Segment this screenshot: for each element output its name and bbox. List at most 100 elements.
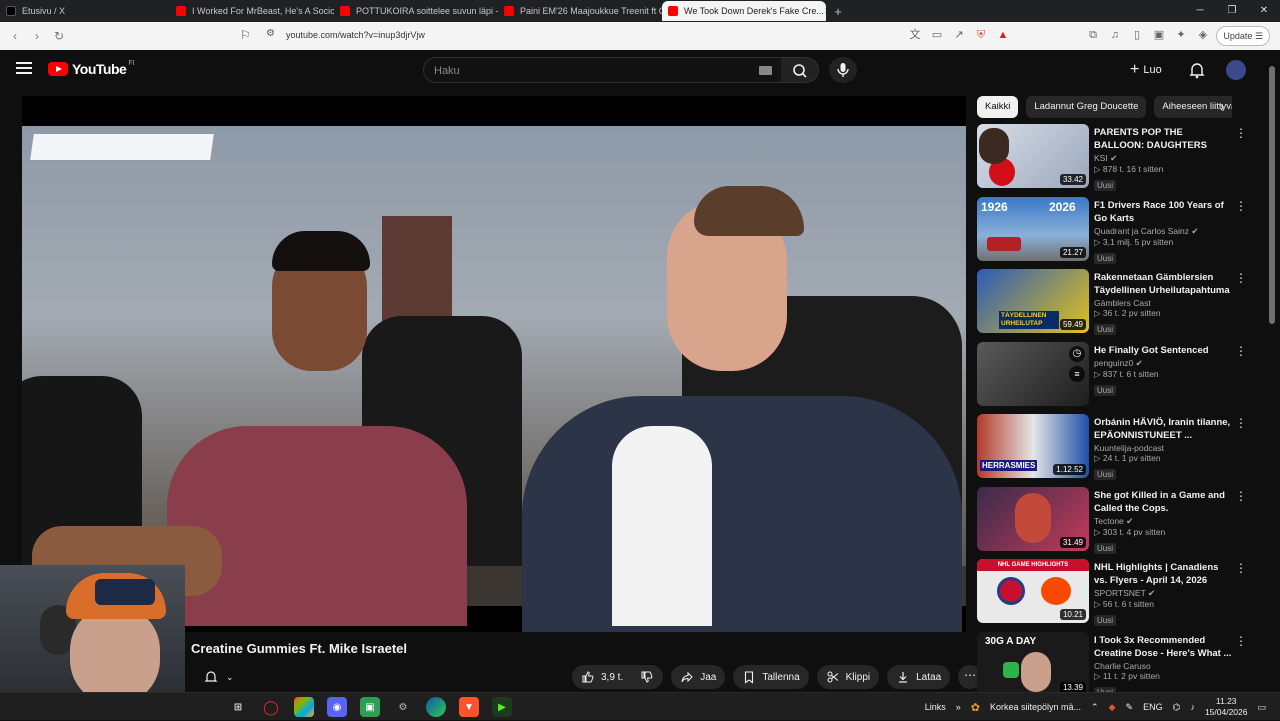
more-vert-icon[interactable]: ⋮ (1235, 561, 1247, 575)
create-button[interactable]: + Luo (1130, 61, 1162, 79)
rec-channel[interactable]: Kuuntelija-podcast (1094, 443, 1232, 453)
network-icon[interactable]: ⌬ (1173, 702, 1181, 713)
weather-text[interactable]: Korkea siitepölyn mä... (990, 702, 1081, 712)
extensions-icon[interactable]: ✦ (1174, 28, 1188, 42)
site-info-icon[interactable]: ⚙ (266, 28, 275, 39)
like-button[interactable]: 3,9 t. (572, 665, 632, 689)
new-tab-button[interactable]: + (826, 4, 850, 19)
video-player[interactable] (22, 96, 966, 632)
more-vert-icon[interactable]: ⋮ (1235, 416, 1247, 430)
rec-channel[interactable]: penguinz0 ✔ (1094, 358, 1232, 369)
pen-icon[interactable]: ✎ (1126, 702, 1134, 713)
rec-title[interactable]: F1 Drivers Race 100 Years of Go Karts (1094, 199, 1232, 225)
notifications-button[interactable] (1188, 61, 1206, 79)
vpn-icon[interactable]: ◈ (1196, 28, 1210, 42)
more-vert-icon[interactable]: ⋮ (1235, 271, 1247, 285)
sidebar-icon[interactable]: ▯ (1130, 28, 1144, 42)
rec-channel[interactable]: KSI ✔ (1094, 153, 1232, 164)
dislike-button[interactable] (631, 665, 664, 689)
screenshot-icon[interactable]: ⧉ (1086, 28, 1100, 42)
settings-app-icon[interactable]: ⚙ (393, 697, 413, 717)
rec-title[interactable]: Rakennetaan Gämblersien Täydellinen Urhe… (1094, 271, 1232, 297)
add-to-queue-icon[interactable]: ≡ (1069, 365, 1085, 382)
wallet-icon[interactable]: ▣ (1152, 28, 1166, 42)
cast-icon[interactable]: ▭ (930, 28, 944, 42)
video-thumbnail[interactable]: NHL GAME HIGHLIGHTS 10.21 (977, 559, 1089, 623)
close-tab-icon[interactable]: ✕ (824, 6, 826, 17)
rec-title[interactable]: PARENTS POP THE BALLOON: DAUGHTERS EDITI… (1094, 126, 1232, 152)
bookmark-icon[interactable]: ⚐ (240, 28, 251, 42)
rec-channel[interactable]: Charlie Caruso (1094, 661, 1232, 671)
more-vert-icon[interactable]: ⋮ (1235, 634, 1247, 648)
rec-title[interactable]: Orbánin HÄVIÖ, Iranin tilanne, EPÄONNIST… (1094, 416, 1232, 442)
volume-icon[interactable]: ♪ (1190, 702, 1195, 712)
list-item[interactable]: 33.42 PARENTS POP THE BALLOON: DAUGHTERS… (977, 124, 1267, 197)
download-button[interactable]: Lataa (887, 665, 951, 689)
youtube-logo[interactable]: YouTube FI (48, 60, 135, 77)
video-thumbnail[interactable]: 30G A DAY 13.39 (977, 631, 1089, 696)
video-thumbnail[interactable]: 1926 2026 21.27 (977, 196, 1089, 261)
menu-icon[interactable] (16, 62, 32, 76)
list-item[interactable]: NHL GAME HIGHLIGHTS 10.21 NHL Highlights… (977, 559, 1267, 632)
watch-later-icon[interactable]: ◷ (1069, 345, 1085, 362)
rec-channel[interactable]: SPORTSNET ✔ (1094, 588, 1232, 599)
more-vert-icon[interactable]: ⋮ (1235, 344, 1247, 358)
rec-title[interactable]: She got Killed in a Game and Called the … (1094, 489, 1232, 515)
video-thumbnail[interactable]: 33.42 (977, 124, 1089, 188)
maximize-icon[interactable]: ❐ (1216, 0, 1248, 22)
streaming-app-icon[interactable]: ▶ (492, 697, 512, 717)
account-avatar[interactable] (1226, 60, 1246, 80)
reload-icon[interactable]: ↻ (48, 29, 70, 43)
notification-center-icon[interactable]: ▭ (1257, 702, 1266, 713)
opera-icon[interactable]: ◯ (261, 697, 281, 717)
browser-tab-active[interactable]: We Took Down Derek's Fake Cre... ✕ (662, 1, 826, 21)
forward-icon[interactable]: › (26, 29, 48, 43)
list-item[interactable]: TÄYDELLINEN URHEILUTAP 59.49 Rakennetaan… (977, 269, 1267, 342)
minimize-icon[interactable]: ─ (1184, 0, 1216, 22)
video-thumbnail[interactable]: 31.49 (977, 486, 1089, 551)
translate-icon[interactable]: 文 (908, 28, 922, 42)
browser-tab-paini[interactable]: Paini EM'26 Maajoukkue Treenit ft G... (498, 1, 662, 21)
list-item[interactable]: 31.49 She got Killed in a Game and Calle… (977, 486, 1267, 560)
scrollbar-thumb[interactable] (1269, 66, 1275, 324)
chevron-right-icon[interactable]: › (1220, 100, 1224, 114)
media-icon[interactable]: ♫ (1108, 28, 1122, 42)
url-field[interactable]: youtube.com/watch?v=inup3djrVjw (286, 30, 425, 40)
video-thumbnail[interactable]: HERRASMIES 1.12.52 (977, 414, 1089, 478)
edge-icon[interactable] (426, 697, 446, 717)
video-thumbnail[interactable]: ◷ ≡ (977, 341, 1089, 406)
video-thumbnail[interactable]: TÄYDELLINEN URHEILUTAP 59.49 (977, 269, 1089, 333)
voice-search-button[interactable] (829, 57, 857, 83)
subscription-bell-button[interactable]: ⌄ (196, 665, 246, 689)
keyboard-icon[interactable] (759, 66, 772, 75)
rec-channel[interactable]: Quadrant ja Carlos Sainz ✔ (1094, 226, 1232, 237)
list-item[interactable]: 1926 2026 21.27 F1 Drivers Race 100 Year… (977, 196, 1267, 270)
task-view-icon[interactable]: ⊞ (228, 697, 248, 717)
search-button[interactable] (781, 57, 819, 83)
discord-icon[interactable]: ◉ (327, 697, 347, 717)
brave-icon[interactable]: ▼ (459, 697, 479, 717)
taskbar-clock[interactable]: 11.23 15/04/2026 (1205, 696, 1248, 718)
page-scrollbar[interactable] (1268, 52, 1276, 687)
chip-all[interactable]: Kaikki (977, 96, 1019, 118)
tray-app-icon[interactable]: ◆ (1109, 702, 1116, 713)
update-button[interactable]: Update ☰ (1216, 26, 1270, 46)
rec-title[interactable]: I Took 3x Recommended Creatine Dose - He… (1094, 634, 1232, 660)
tray-overflow-icon[interactable]: ⌃ (1091, 702, 1099, 713)
brave-rewards-icon[interactable]: ▲ (996, 28, 1010, 42)
chip-uploader[interactable]: Ladannut Greg Doucette (1026, 96, 1147, 118)
share-button[interactable]: Jaa (671, 665, 726, 689)
back-icon[interactable]: ‹ (4, 29, 26, 43)
browser-tab-x[interactable]: Etusivu / X (0, 1, 170, 21)
links-toolbar[interactable]: Links (925, 702, 946, 712)
rec-title[interactable]: He Finally Got Sentenced (1094, 344, 1232, 357)
list-item[interactable]: ◷ ≡ He Finally Got Sentenced penguinz0 ✔… (977, 341, 1267, 415)
paint-icon[interactable] (294, 697, 314, 717)
chevron-right-icon[interactable]: » (956, 702, 961, 712)
browser-tab-pottukoira[interactable]: POTTUKOIRA soittelee suvun läpi - Pe... (334, 1, 498, 21)
browser-tab-mrbeast[interactable]: I Worked For MrBeast, He's A Sociop... (170, 1, 334, 21)
save-button[interactable]: Tallenna (733, 665, 809, 689)
clip-button[interactable]: Klippi (816, 665, 880, 689)
more-vert-icon[interactable]: ⋮ (1235, 126, 1247, 140)
search-input[interactable]: Haku (423, 57, 783, 83)
